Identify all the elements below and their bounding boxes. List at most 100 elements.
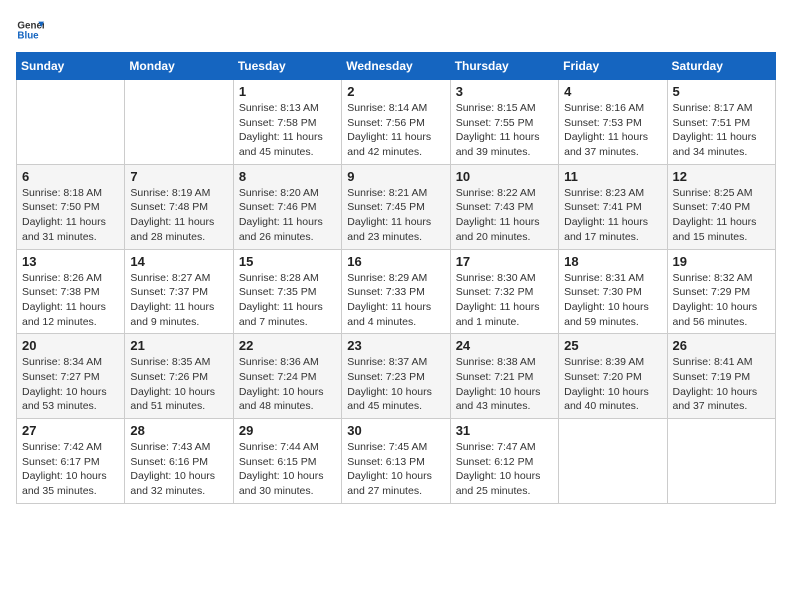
day-number: 4 — [564, 84, 661, 99]
day-number: 17 — [456, 254, 553, 269]
day-info: Sunrise: 8:28 AM Sunset: 7:35 PM Dayligh… — [239, 271, 336, 330]
calendar-week-row: 27 Sunrise: 7:42 AM Sunset: 6:17 PM Dayli… — [17, 419, 776, 504]
day-info: Sunrise: 8:17 AM Sunset: 7:51 PM Dayligh… — [673, 101, 770, 160]
calendar-week-row: 1 Sunrise: 8:13 AM Sunset: 7:58 PM Daylig… — [17, 80, 776, 165]
day-info: Sunrise: 8:39 AM Sunset: 7:20 PM Dayligh… — [564, 355, 661, 414]
day-number: 6 — [22, 169, 119, 184]
day-info: Sunrise: 8:32 AM Sunset: 7:29 PM Dayligh… — [673, 271, 770, 330]
day-number: 3 — [456, 84, 553, 99]
day-number: 15 — [239, 254, 336, 269]
calendar-cell: 29 Sunrise: 7:44 AM Sunset: 6:15 PM Dayli… — [233, 419, 341, 504]
day-number: 14 — [130, 254, 227, 269]
day-of-week-header: Friday — [559, 53, 667, 80]
day-info: Sunrise: 8:34 AM Sunset: 7:27 PM Dayligh… — [22, 355, 119, 414]
calendar-cell: 30Sunrise: 7:45 AM Sunset: 6:13 PM Dayli… — [342, 419, 450, 504]
day-of-week-header: Saturday — [667, 53, 775, 80]
calendar-cell: 8 Sunrise: 8:20 AM Sunset: 7:46 PM Daylig… — [233, 164, 341, 249]
calendar-cell: 15 Sunrise: 8:28 AM Sunset: 7:35 PM Dayli… — [233, 249, 341, 334]
calendar-cell: 18Sunrise: 8:31 AM Sunset: 7:30 PM Dayli… — [559, 249, 667, 334]
day-number: 16 — [347, 254, 444, 269]
day-info: Sunrise: 7:43 AM Sunset: 6:16 PM Dayligh… — [130, 440, 227, 499]
day-info: Sunrise: 8:26 AM Sunset: 7:38 PM Dayligh… — [22, 271, 119, 330]
day-info: Sunrise: 8:36 AM Sunset: 7:24 PM Dayligh… — [239, 355, 336, 414]
day-number: 26 — [673, 338, 770, 353]
calendar-cell: 22Sunrise: 8:36 AM Sunset: 7:24 PM Dayli… — [233, 334, 341, 419]
calendar-cell: 27 Sunrise: 7:42 AM Sunset: 6:17 PM Dayli… — [17, 419, 125, 504]
calendar-cell: 2 Sunrise: 8:14 AM Sunset: 7:56 PM Daylig… — [342, 80, 450, 165]
day-number: 2 — [347, 84, 444, 99]
day-info: Sunrise: 8:27 AM Sunset: 7:37 PM Dayligh… — [130, 271, 227, 330]
calendar-cell: 1 Sunrise: 8:13 AM Sunset: 7:58 PM Daylig… — [233, 80, 341, 165]
calendar-header-row: SundayMondayTuesdayWednesdayThursdayFrid… — [17, 53, 776, 80]
calendar-cell — [667, 419, 775, 504]
calendar-cell: 25 Sunrise: 8:39 AM Sunset: 7:20 PM Dayli… — [559, 334, 667, 419]
day-info: Sunrise: 8:21 AM Sunset: 7:45 PM Dayligh… — [347, 186, 444, 245]
day-info: Sunrise: 7:47 AM Sunset: 6:12 PM Dayligh… — [456, 440, 553, 499]
calendar-cell: 19 Sunrise: 8:32 AM Sunset: 7:29 PM Dayli… — [667, 249, 775, 334]
calendar-cell — [559, 419, 667, 504]
day-info: Sunrise: 8:22 AM Sunset: 7:43 PM Dayligh… — [456, 186, 553, 245]
day-number: 7 — [130, 169, 227, 184]
day-info: Sunrise: 7:44 AM Sunset: 6:15 PM Dayligh… — [239, 440, 336, 499]
svg-text:Blue: Blue — [17, 30, 39, 41]
day-info: Sunrise: 8:18 AM Sunset: 7:50 PM Dayligh… — [22, 186, 119, 245]
day-number: 23 — [347, 338, 444, 353]
calendar-cell: 10 Sunrise: 8:22 AM Sunset: 7:43 PM Dayli… — [450, 164, 558, 249]
day-of-week-header: Wednesday — [342, 53, 450, 80]
day-number: 13 — [22, 254, 119, 269]
day-number: 19 — [673, 254, 770, 269]
logo: General Blue — [16, 16, 44, 44]
day-info: Sunrise: 8:38 AM Sunset: 7:21 PM Dayligh… — [456, 355, 553, 414]
calendar-cell: 7 Sunrise: 8:19 AM Sunset: 7:48 PM Daylig… — [125, 164, 233, 249]
calendar-cell: 26Sunrise: 8:41 AM Sunset: 7:19 PM Dayli… — [667, 334, 775, 419]
day-number: 12 — [673, 169, 770, 184]
calendar-cell: 3 Sunrise: 8:15 AM Sunset: 7:55 PM Daylig… — [450, 80, 558, 165]
day-info: Sunrise: 8:37 AM Sunset: 7:23 PM Dayligh… — [347, 355, 444, 414]
calendar-cell: 28 Sunrise: 7:43 AM Sunset: 6:16 PM Dayli… — [125, 419, 233, 504]
day-number: 24 — [456, 338, 553, 353]
day-info: Sunrise: 8:20 AM Sunset: 7:46 PM Dayligh… — [239, 186, 336, 245]
calendar-cell: 14 Sunrise: 8:27 AM Sunset: 7:37 PM Dayli… — [125, 249, 233, 334]
day-info: Sunrise: 7:42 AM Sunset: 6:17 PM Dayligh… — [22, 440, 119, 499]
calendar-cell: 4 Sunrise: 8:16 AM Sunset: 7:53 PM Daylig… — [559, 80, 667, 165]
page-header: General Blue — [16, 16, 776, 44]
logo-icon: General Blue — [16, 16, 44, 44]
calendar-cell: 13 Sunrise: 8:26 AM Sunset: 7:38 PM Dayli… — [17, 249, 125, 334]
calendar-cell: 6 Sunrise: 8:18 AM Sunset: 7:50 PM Daylig… — [17, 164, 125, 249]
day-number: 25 — [564, 338, 661, 353]
calendar-week-row: 6 Sunrise: 8:18 AM Sunset: 7:50 PM Daylig… — [17, 164, 776, 249]
day-of-week-header: Monday — [125, 53, 233, 80]
day-number: 8 — [239, 169, 336, 184]
calendar-cell: 16 Sunrise: 8:29 AM Sunset: 7:33 PM Dayli… — [342, 249, 450, 334]
calendar-cell: 5Sunrise: 8:17 AM Sunset: 7:51 PM Daylig… — [667, 80, 775, 165]
day-of-week-header: Tuesday — [233, 53, 341, 80]
day-info: Sunrise: 8:16 AM Sunset: 7:53 PM Dayligh… — [564, 101, 661, 160]
calendar-cell: 24 Sunrise: 8:38 AM Sunset: 7:21 PM Dayli… — [450, 334, 558, 419]
calendar-cell: 17Sunrise: 8:30 AM Sunset: 7:32 PM Dayli… — [450, 249, 558, 334]
day-of-week-header: Sunday — [17, 53, 125, 80]
day-number: 1 — [239, 84, 336, 99]
day-info: Sunrise: 8:25 AM Sunset: 7:40 PM Dayligh… — [673, 186, 770, 245]
day-number: 10 — [456, 169, 553, 184]
calendar-cell — [17, 80, 125, 165]
day-number: 9 — [347, 169, 444, 184]
day-number: 29 — [239, 423, 336, 438]
day-number: 27 — [22, 423, 119, 438]
calendar-table: SundayMondayTuesdayWednesdayThursdayFrid… — [16, 52, 776, 504]
calendar-cell: 23 Sunrise: 8:37 AM Sunset: 7:23 PM Dayli… — [342, 334, 450, 419]
day-number: 11 — [564, 169, 661, 184]
calendar-cell: 31 Sunrise: 7:47 AM Sunset: 6:12 PM Dayli… — [450, 419, 558, 504]
calendar-cell: 21Sunrise: 8:35 AM Sunset: 7:26 PM Dayli… — [125, 334, 233, 419]
day-info: Sunrise: 8:14 AM Sunset: 7:56 PM Dayligh… — [347, 101, 444, 160]
day-info: Sunrise: 8:29 AM Sunset: 7:33 PM Dayligh… — [347, 271, 444, 330]
day-number: 30 — [347, 423, 444, 438]
day-info: Sunrise: 8:19 AM Sunset: 7:48 PM Dayligh… — [130, 186, 227, 245]
day-number: 28 — [130, 423, 227, 438]
day-number: 31 — [456, 423, 553, 438]
day-number: 21 — [130, 338, 227, 353]
day-of-week-header: Thursday — [450, 53, 558, 80]
day-info: Sunrise: 8:15 AM Sunset: 7:55 PM Dayligh… — [456, 101, 553, 160]
day-number: 18 — [564, 254, 661, 269]
day-info: Sunrise: 8:13 AM Sunset: 7:58 PM Dayligh… — [239, 101, 336, 160]
calendar-cell: 12 Sunrise: 8:25 AM Sunset: 7:40 PM Dayli… — [667, 164, 775, 249]
